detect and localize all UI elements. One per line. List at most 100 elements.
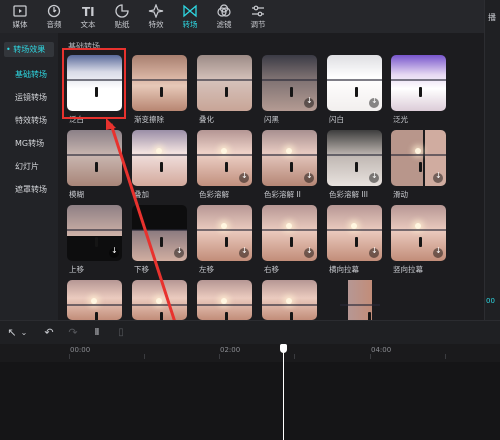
silhouette-figure	[160, 162, 163, 172]
download-icon[interactable]	[109, 246, 119, 258]
tile-label: 滑动	[393, 190, 408, 199]
tile-horizontal-curtain[interactable]	[327, 205, 382, 261]
silhouette-figure	[225, 162, 228, 172]
sidebar-item-slideshow[interactable]: 幻灯片	[15, 161, 39, 172]
timeline-track-area[interactable]	[0, 362, 500, 440]
tile-label: 模糊	[69, 190, 84, 199]
sidebar-item-effects[interactable]: 特效转场	[15, 115, 47, 126]
download-icon[interactable]	[369, 246, 379, 258]
tile-color-dissolve-3[interactable]	[327, 130, 382, 186]
timeline-toolbar: ↖ ⌄ ↶ ↷ Ⅱ ▯	[0, 320, 500, 345]
chevron-down-icon[interactable]: ⌄	[17, 326, 31, 340]
tile-label: 竖向拉幕	[393, 265, 423, 274]
horizon-line	[132, 154, 187, 156]
download-icon[interactable]	[433, 246, 443, 258]
tile-extra-4[interactable]	[262, 280, 317, 320]
silhouette-figure	[290, 312, 293, 320]
tile-extra-3[interactable]	[197, 280, 252, 320]
download-icon[interactable]	[239, 171, 249, 183]
horizon-line	[327, 79, 382, 81]
horizon-line	[391, 154, 446, 156]
tile-blur[interactable]	[67, 130, 122, 186]
sidebar-item-basic[interactable]: 基础转场	[15, 69, 47, 80]
filter-icon	[215, 3, 233, 17]
timeline-ruler[interactable]: 00:00 02:00 04:00	[0, 344, 500, 362]
silhouette-figure	[225, 237, 228, 247]
silhouette-figure	[355, 237, 358, 247]
tile-label: 横向拉幕	[329, 265, 359, 274]
tile-overlay[interactable]	[132, 130, 187, 186]
tick-label: 00:00	[70, 346, 91, 354]
horizon-line	[262, 229, 317, 231]
redo-icon[interactable]: ↷	[66, 326, 80, 340]
download-icon[interactable]	[304, 246, 314, 258]
tile-move-up[interactable]	[67, 205, 122, 261]
silhouette-figure	[355, 87, 358, 97]
download-icon[interactable]	[304, 171, 314, 183]
category-sidebar: • 转场效果 基础转场 运镜转场 特效转场 MG转场 幻灯片 遮罩转场	[0, 33, 59, 320]
silhouette-figure	[225, 312, 228, 320]
tile-flash-black[interactable]	[262, 55, 317, 111]
silhouette-figure	[419, 87, 422, 97]
sidebar-header-transitions[interactable]: • 转场效果	[4, 42, 54, 57]
tab-adjust[interactable]: 调节	[238, 3, 278, 33]
tile-label: 泛光	[393, 115, 408, 124]
tile-color-dissolve-2[interactable]	[262, 130, 317, 186]
tile-extra-5[interactable]	[340, 280, 380, 320]
horizon-line	[67, 229, 122, 231]
silhouette-figure	[419, 162, 422, 172]
tile-extra-1[interactable]	[67, 280, 122, 320]
horizon-line	[197, 304, 252, 306]
sidebar-item-mg[interactable]: MG转场	[15, 138, 44, 149]
tile-color-dissolve[interactable]	[197, 130, 252, 186]
tick	[219, 354, 220, 359]
horizon-line	[262, 79, 317, 81]
tile-move-right[interactable]	[262, 205, 317, 261]
playhead-handle[interactable]	[280, 344, 287, 353]
tile-extra-2[interactable]	[132, 280, 187, 320]
media-icon	[11, 3, 29, 17]
tile-label: 渐变擦除	[134, 115, 164, 124]
undo-icon[interactable]: ↶	[42, 326, 56, 340]
horizon-line	[197, 229, 252, 231]
tile-gradient-wipe[interactable]	[132, 55, 187, 111]
horizon-line	[327, 154, 382, 156]
audio-icon	[45, 3, 63, 18]
tile-move-down[interactable]	[132, 205, 187, 261]
sticker-icon	[113, 3, 131, 18]
download-icon[interactable]	[174, 246, 184, 258]
tick	[144, 354, 145, 359]
horizon-line	[197, 79, 252, 81]
tile-slide[interactable]	[391, 130, 446, 186]
download-icon[interactable]	[304, 96, 314, 108]
top-toolbar: 媒体 音频 TI 文本 贴纸 特效 转场 滤镜 调节	[0, 0, 484, 33]
tile-label: 右移	[264, 265, 279, 274]
tick-label: 02:00	[220, 346, 241, 354]
effects-icon	[147, 3, 165, 19]
download-icon[interactable]	[369, 96, 379, 108]
delete-icon[interactable]: ▯	[114, 326, 128, 340]
tile-vertical-curtain[interactable]	[391, 205, 446, 261]
horizon-line	[327, 229, 382, 231]
playhead[interactable]	[283, 345, 284, 440]
split-icon[interactable]: Ⅱ	[90, 326, 104, 340]
tile-flash-white[interactable]	[327, 55, 382, 111]
download-icon[interactable]	[369, 171, 379, 183]
download-icon[interactable]	[433, 171, 443, 183]
horizon-line	[67, 154, 122, 156]
silhouette-figure	[95, 312, 98, 320]
horizon-line	[262, 154, 317, 156]
download-icon[interactable]	[239, 246, 249, 258]
sidebar-item-mask[interactable]: 遮罩转场	[15, 184, 47, 195]
horizon-line	[197, 154, 252, 156]
sidebar-item-camera[interactable]: 运镜转场	[15, 92, 47, 103]
tile-dissolve[interactable]	[197, 55, 252, 111]
player-label: 播	[488, 13, 496, 22]
tile-label: 下移	[134, 265, 149, 274]
tick-label: 04:00	[371, 346, 392, 354]
svg-text:TI: TI	[82, 5, 95, 18]
horizon-line	[391, 229, 446, 231]
tile-move-left[interactable]	[197, 205, 252, 261]
tile-bloom[interactable]	[391, 55, 446, 111]
highlight-box	[62, 48, 126, 119]
